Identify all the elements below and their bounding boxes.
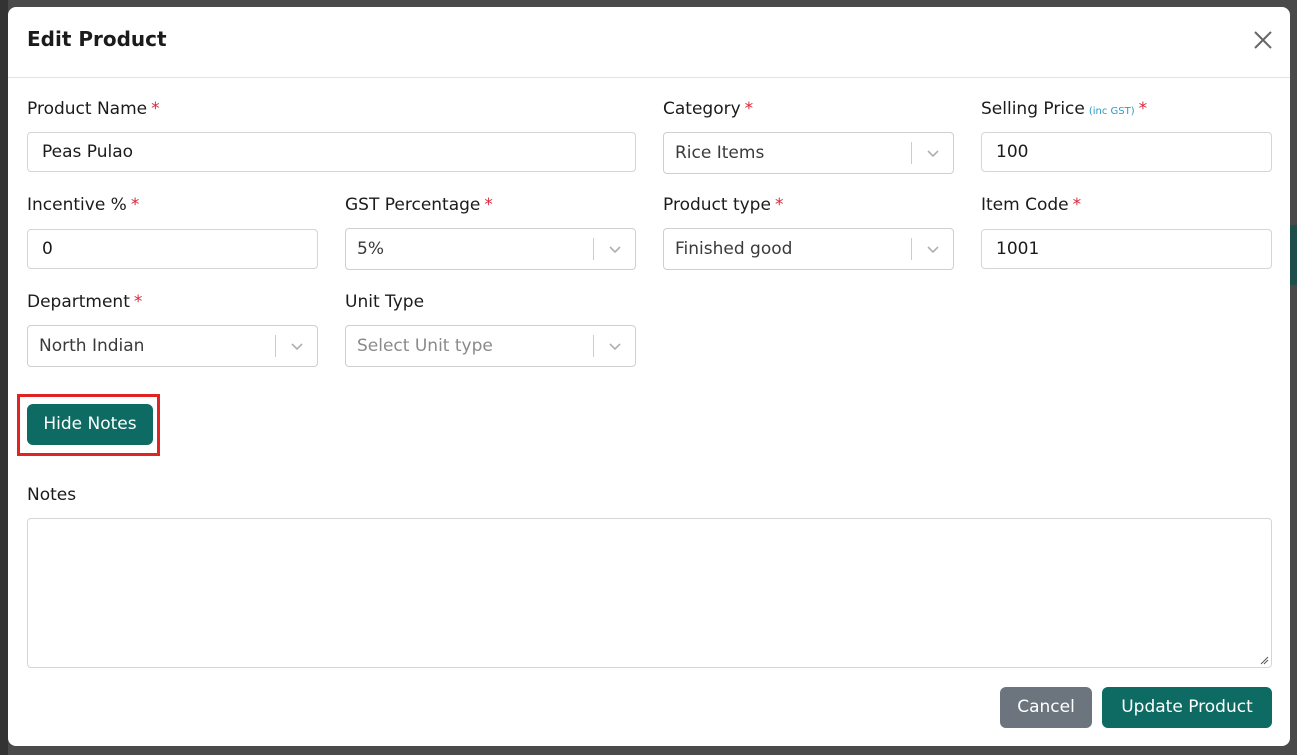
selling-price-input[interactable]: 100 bbox=[981, 132, 1272, 172]
select-separator bbox=[593, 335, 594, 357]
required-mark: * bbox=[133, 292, 143, 312]
product-type-select[interactable]: Finished good bbox=[663, 228, 954, 270]
hide-notes-button[interactable]: Hide Notes bbox=[27, 404, 153, 445]
category-select[interactable]: Rice Items bbox=[663, 132, 954, 174]
category-value: Rice Items bbox=[675, 143, 765, 163]
department-label: Department * bbox=[27, 292, 143, 312]
item-code-input[interactable]: 1001 bbox=[981, 229, 1272, 269]
item-code-label: Item Code * bbox=[981, 195, 1082, 215]
chevron-down-icon bbox=[927, 150, 939, 158]
modal-header: Edit Product bbox=[8, 7, 1290, 78]
edit-product-modal: Edit Product Product Name * Peas Pulao Ca… bbox=[8, 7, 1290, 746]
required-mark: * bbox=[484, 195, 493, 215]
chevron-down-icon bbox=[609, 246, 621, 254]
department-value: North Indian bbox=[39, 336, 145, 356]
gst-percentage-value: 5% bbox=[357, 239, 384, 259]
gst-percentage-select[interactable]: 5% bbox=[345, 228, 636, 270]
gst-percentage-label: GST Percentage * bbox=[345, 195, 493, 215]
select-separator bbox=[593, 238, 594, 260]
select-separator bbox=[275, 335, 276, 357]
category-label: Category * bbox=[663, 99, 754, 119]
required-mark: * bbox=[774, 195, 784, 215]
required-mark: * bbox=[744, 99, 754, 119]
incentive-input[interactable]: 0 bbox=[27, 229, 318, 269]
product-type-label: Product type * bbox=[663, 195, 784, 215]
selling-price-hint: (inc GST) bbox=[1088, 106, 1135, 117]
chevron-down-icon bbox=[291, 343, 303, 351]
selling-price-label: Selling Price (inc GST) * bbox=[981, 99, 1148, 119]
backdrop-accent bbox=[1289, 225, 1297, 285]
product-name-input[interactable]: Peas Pulao bbox=[27, 132, 636, 172]
required-mark: * bbox=[1138, 99, 1148, 119]
resize-grip-icon[interactable] bbox=[1259, 655, 1269, 665]
update-product-button[interactable]: Update Product bbox=[1102, 687, 1272, 728]
chevron-down-icon bbox=[609, 343, 621, 351]
cancel-button[interactable]: Cancel bbox=[1000, 687, 1092, 728]
backdrop bbox=[0, 0, 8, 755]
department-select[interactable]: North Indian bbox=[27, 325, 318, 367]
notes-textarea[interactable] bbox=[27, 518, 1272, 668]
required-mark: * bbox=[151, 99, 160, 119]
chevron-down-icon bbox=[927, 246, 939, 254]
unit-type-label: Unit Type bbox=[345, 292, 425, 312]
notes-label: Notes bbox=[27, 485, 77, 505]
close-button[interactable] bbox=[1252, 29, 1274, 51]
close-icon bbox=[1254, 31, 1272, 49]
product-type-value: Finished good bbox=[675, 239, 793, 259]
product-name-label: Product Name * bbox=[27, 99, 160, 119]
required-mark: * bbox=[1072, 195, 1082, 215]
select-separator bbox=[911, 142, 912, 164]
incentive-label: Incentive % * bbox=[27, 195, 140, 215]
unit-type-placeholder: Select Unit type bbox=[357, 336, 493, 356]
select-separator bbox=[911, 238, 912, 260]
modal-title: Edit Product bbox=[27, 27, 167, 51]
unit-type-select[interactable]: Select Unit type bbox=[345, 325, 636, 367]
required-mark: * bbox=[130, 195, 140, 215]
